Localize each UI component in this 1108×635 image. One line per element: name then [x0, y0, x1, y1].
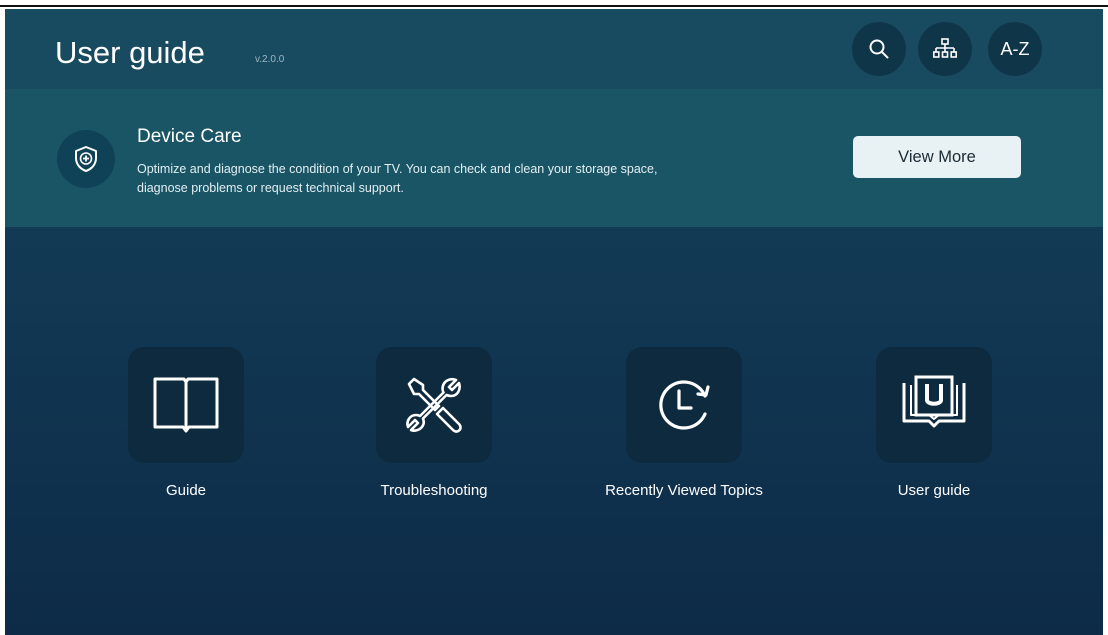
device-care-icon-wrap: [57, 130, 115, 188]
search-icon: [869, 39, 889, 59]
tools-icon: [406, 377, 462, 433]
user-guide-book-icon: [902, 375, 966, 428]
tile-label-guide: Guide: [165, 482, 207, 499]
history-icon: [659, 380, 710, 430]
guide-tile[interactable]: [128, 347, 244, 463]
banner-description: Optimize and diagnose the condition of y…: [137, 162, 658, 195]
tile-label-user-guide: User guide: [897, 482, 971, 499]
sitemap-icon: [933, 38, 957, 58]
view-more-button[interactable]: View More: [853, 136, 1021, 178]
tile-label-recently-viewed: Recently Viewed Topics: [605, 482, 763, 499]
header-bar: User guide v.2.0.0 A-Z: [5, 9, 1103, 89]
shield-plus-icon: [75, 146, 97, 172]
tv-screen: User guide v.2.0.0 A-Z Device Care Optim…: [5, 9, 1103, 635]
recently-viewed-tile[interactable]: [626, 347, 742, 463]
version-label: v.2.0.0: [255, 54, 285, 65]
book-icon: [153, 377, 219, 433]
top-border: [0, 0, 1108, 7]
search-button[interactable]: [852, 22, 906, 76]
device-care-banner: Device Care Optimize and diagnose the co…: [5, 89, 1103, 227]
a-z-button[interactable]: A-Z: [988, 22, 1042, 76]
sitemap-button[interactable]: [918, 22, 972, 76]
tile-label-troubleshooting: Troubleshooting: [380, 482, 488, 499]
troubleshooting-tile[interactable]: [376, 347, 492, 463]
page-title: User guide: [55, 35, 205, 70]
banner-title: Device Care: [137, 126, 242, 147]
user-guide-tile[interactable]: [876, 347, 992, 463]
